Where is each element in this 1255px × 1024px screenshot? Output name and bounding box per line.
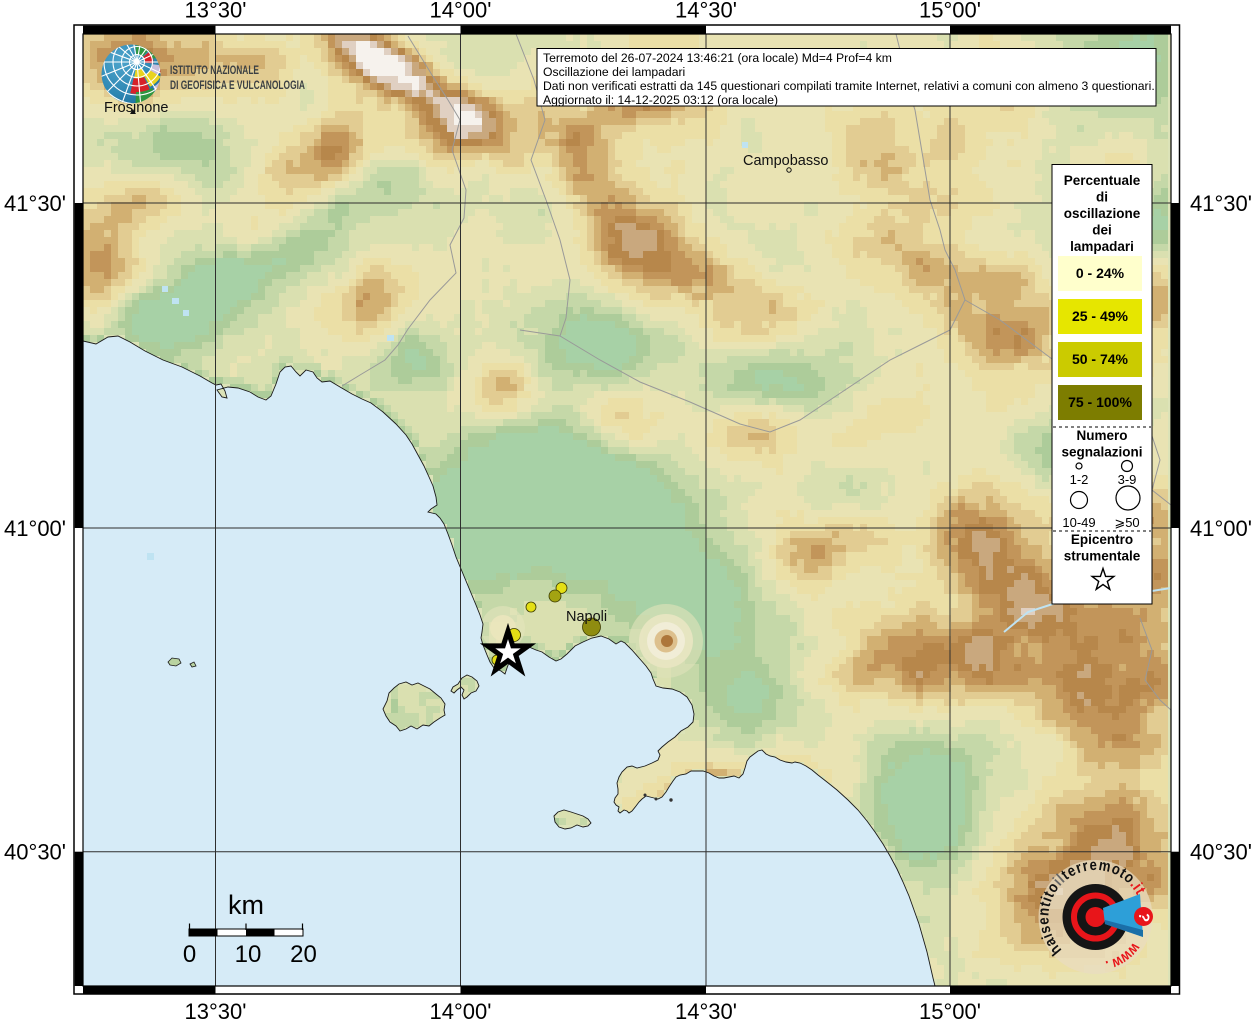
svg-text:14°00': 14°00'	[430, 0, 492, 23]
svg-text:10: 10	[235, 941, 262, 968]
svg-text:Numero: Numero	[1076, 428, 1127, 443]
svg-text:25 - 49%: 25 - 49%	[1072, 308, 1129, 324]
svg-text:41°30': 41°30'	[1190, 191, 1252, 216]
svg-text:Dati non verificati estratti d: Dati non verificati estratti da 145 ques…	[543, 79, 1155, 93]
svg-text:di: di	[1096, 190, 1108, 205]
svg-text:lampadari: lampadari	[1070, 239, 1134, 254]
svg-text:e: e	[1089, 857, 1097, 875]
svg-text:Epicentro: Epicentro	[1071, 532, 1133, 547]
svg-text:75 - 100%: 75 - 100%	[1068, 394, 1132, 410]
svg-text:15°00': 15°00'	[919, 999, 981, 1024]
svg-text:3-9: 3-9	[1118, 472, 1137, 487]
svg-text:Oscillazione dei lampadari: Oscillazione dei lampadari	[543, 65, 685, 79]
svg-text:Aggiornato il: 14-12-2025 03:1: Aggiornato il: 14-12-2025 03:12 (ora loc…	[543, 93, 778, 107]
svg-text:Napoli: Napoli	[566, 609, 607, 625]
svg-text:e: e	[1035, 917, 1053, 926]
svg-text:41°30': 41°30'	[4, 191, 66, 216]
svg-text:41°00': 41°00'	[1190, 516, 1252, 541]
svg-text:0 - 24%: 0 - 24%	[1076, 265, 1125, 281]
svg-text:13°30': 13°30'	[185, 999, 247, 1024]
svg-text:1-2: 1-2	[1070, 472, 1089, 487]
svg-text:ISTITUTO NAZIONALE: ISTITUTO NAZIONALE	[170, 63, 259, 77]
svg-text:segnalazioni: segnalazioni	[1061, 445, 1142, 460]
svg-text:DI GEOFISICA E VULCANOLOGIA: DI GEOFISICA E VULCANOLOGIA	[170, 78, 305, 92]
svg-text:10-49: 10-49	[1062, 515, 1095, 530]
svg-text:dei: dei	[1092, 223, 1112, 238]
svg-text:40°30': 40°30'	[4, 840, 66, 865]
svg-text:20: 20	[290, 941, 317, 968]
svg-text:Percentuale: Percentuale	[1064, 173, 1141, 188]
svg-text:13°30': 13°30'	[185, 0, 247, 23]
svg-text:40°30': 40°30'	[1190, 840, 1252, 865]
svg-text:km: km	[228, 890, 264, 920]
svg-text:14°30': 14°30'	[675, 999, 737, 1024]
svg-text:0: 0	[183, 941, 196, 968]
svg-text:14°00': 14°00'	[430, 999, 492, 1024]
svg-text:41°00': 41°00'	[4, 516, 66, 541]
svg-text:⩾50: ⩾50	[1114, 515, 1139, 530]
svg-text:14°30': 14°30'	[675, 0, 737, 23]
svg-text:15°00': 15°00'	[919, 0, 981, 23]
svg-text:Terremoto del 26-07-2024 13:46: Terremoto del 26-07-2024 13:46:21 (ora l…	[543, 51, 892, 65]
svg-text:Campobasso: Campobasso	[743, 153, 828, 169]
svg-text:oscillazione: oscillazione	[1064, 206, 1141, 221]
svg-text:50 - 74%: 50 - 74%	[1072, 351, 1129, 367]
svg-text:strumentale: strumentale	[1064, 549, 1141, 564]
